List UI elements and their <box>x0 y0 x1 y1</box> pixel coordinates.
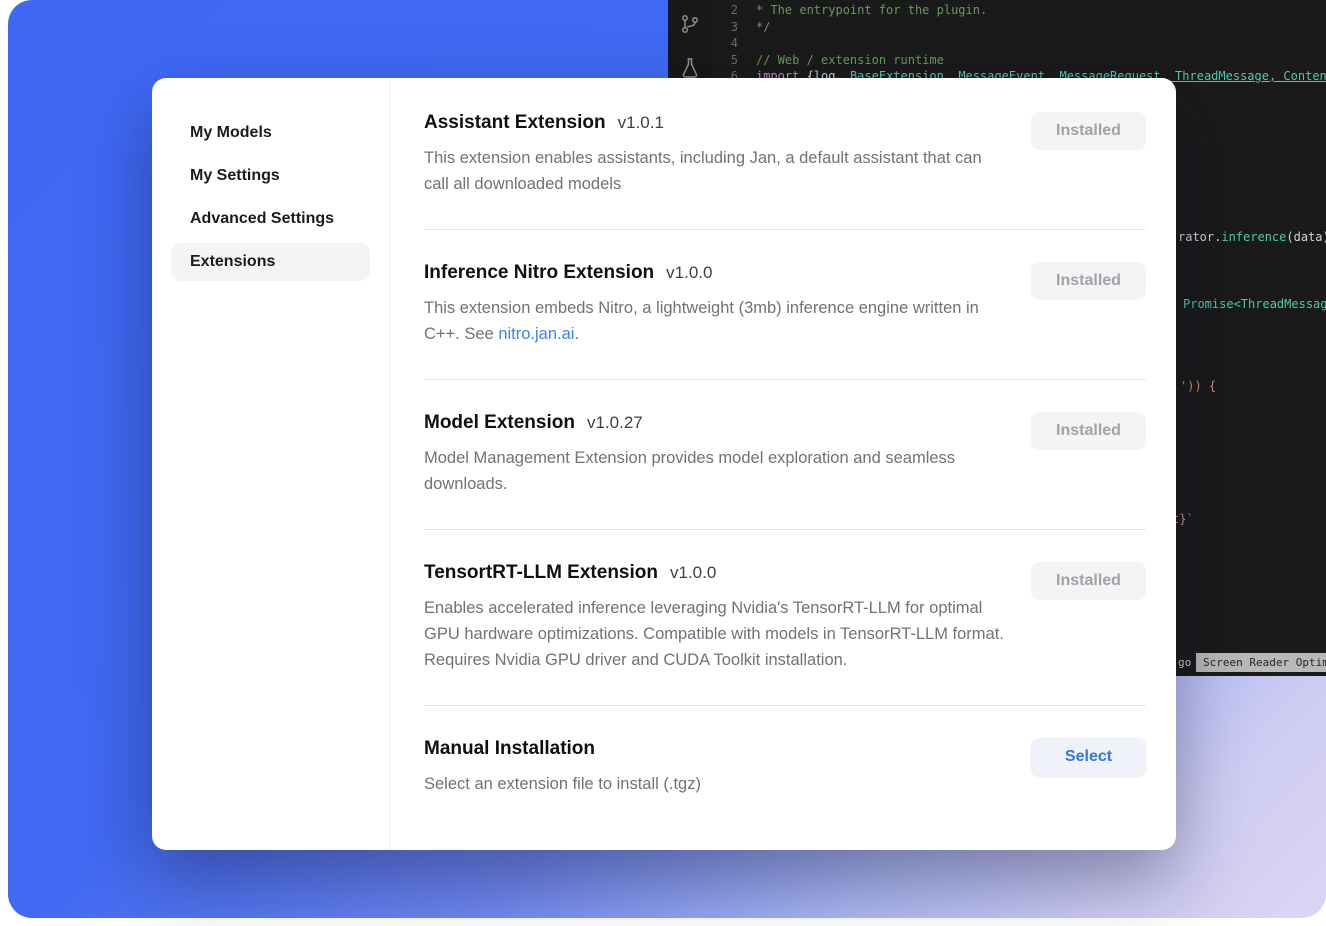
line-number: 3 <box>720 19 738 36</box>
extension-description: This extension embeds Nitro, a lightweig… <box>424 295 1009 347</box>
extension-title-line: Model Extension v1.0.27 <box>424 412 1009 434</box>
code-text: rator. <box>1178 230 1221 244</box>
sidebar-item-extensions[interactable]: Extensions <box>171 243 370 281</box>
source-control-icon[interactable] <box>678 12 702 36</box>
extension-title-line: Assistant Extension v1.0.1 <box>424 112 1009 134</box>
extension-title: Inference Nitro Extension <box>424 262 654 284</box>
extension-description: Model Management Extension provides mode… <box>424 445 1009 497</box>
extension-version: v1.0.0 <box>666 263 712 283</box>
line-number: 4 <box>720 35 738 52</box>
code-text: (data)); <box>1286 230 1326 244</box>
line-number: 2 <box>720 2 738 19</box>
editor-gutter: 2 3 4 5 6 <box>720 2 738 85</box>
extension-text: Model Extension v1.0.27 Model Management… <box>424 412 1009 497</box>
code-fragment-string: ')) { <box>1180 379 1216 393</box>
extension-row-manual-installation: Manual Installation Select an extension … <box>424 705 1146 829</box>
beaker-icon[interactable] <box>678 56 702 80</box>
extension-title-line: TensortRT-LLM Extension v1.0.0 <box>424 562 1009 584</box>
comment-text: */ <box>756 20 770 34</box>
installed-button[interactable]: Installed <box>1031 412 1146 450</box>
code-line-2: * The entrypoint for the plugin. <box>756 2 1326 19</box>
code-line-3: */ <box>756 19 1326 36</box>
select-button[interactable]: Select <box>1031 738 1146 776</box>
comment-text: * The entrypoint for the plugin. <box>756 3 987 17</box>
extension-text: Inference Nitro Extension v1.0.0 This ex… <box>424 262 1009 347</box>
extension-title: Model Extension <box>424 412 575 434</box>
extension-row-nitro: Inference Nitro Extension v1.0.0 This ex… <box>424 229 1146 379</box>
extension-version: v1.0.0 <box>670 563 716 583</box>
extension-title-line: Manual Installation <box>424 738 701 760</box>
extension-text: TensortRT-LLM Extension v1.0.0 Enables a… <box>424 562 1009 673</box>
extension-title: TensortRT-LLM Extension <box>424 562 658 584</box>
code-line-4 <box>756 35 1326 52</box>
extension-title: Manual Installation <box>424 738 595 760</box>
extension-row-model: Model Extension v1.0.27 Model Management… <box>424 379 1146 529</box>
extension-version: v1.0.1 <box>618 113 664 133</box>
installed-button[interactable]: Installed <box>1031 112 1146 150</box>
extension-row-tensorrt: TensortRT-LLM Extension v1.0.0 Enables a… <box>424 529 1146 705</box>
code-fragment-inference: rator.inference(data)); <box>1178 230 1326 244</box>
method-token: inference <box>1221 230 1286 244</box>
screen: 2 3 4 5 6 * The entrypoint for the plugi… <box>0 0 1326 926</box>
extensions-list: Assistant Extension v1.0.1 This extensio… <box>390 78 1176 850</box>
sidebar-item-my-models[interactable]: My Models <box>171 114 370 152</box>
code-line-5: // Web / extension runtime <box>756 52 1326 69</box>
extension-text: Assistant Extension v1.0.1 This extensio… <box>424 112 1009 197</box>
code-fragment-promise: Promise<ThreadMessage> <box>1183 297 1326 311</box>
screen-reader-chip[interactable]: Screen Reader Optimize <box>1196 653 1326 672</box>
installed-button[interactable]: Installed <box>1031 262 1146 300</box>
editor-code[interactable]: * The entrypoint for the plugin. */ // W… <box>756 2 1326 85</box>
comment-text: // Web / extension runtime <box>756 53 944 67</box>
settings-modal: My Models My Settings Advanced Settings … <box>152 78 1176 850</box>
extension-description: Select an extension file to install (.tg… <box>424 771 701 797</box>
line-number: 5 <box>720 52 738 69</box>
extension-row-assistant: Assistant Extension v1.0.1 This extensio… <box>424 78 1146 229</box>
extension-title-line: Inference Nitro Extension v1.0.0 <box>424 262 1009 284</box>
extension-text: Manual Installation Select an extension … <box>424 738 701 797</box>
installed-button[interactable]: Installed <box>1031 562 1146 600</box>
sidebar-item-my-settings[interactable]: My Settings <box>171 157 370 195</box>
nitro-link[interactable]: nitro.jan.ai <box>498 325 574 343</box>
extension-description: This extension enables assistants, inclu… <box>424 145 1009 197</box>
status-bar-text: go <box>1178 656 1191 669</box>
settings-sidebar: My Models My Settings Advanced Settings … <box>152 78 390 850</box>
extension-title: Assistant Extension <box>424 112 606 134</box>
extension-description: Enables accelerated inference leveraging… <box>424 595 1009 673</box>
extension-version: v1.0.27 <box>587 413 643 433</box>
sidebar-item-advanced-settings[interactable]: Advanced Settings <box>171 200 370 238</box>
description-text: . <box>574 325 579 343</box>
